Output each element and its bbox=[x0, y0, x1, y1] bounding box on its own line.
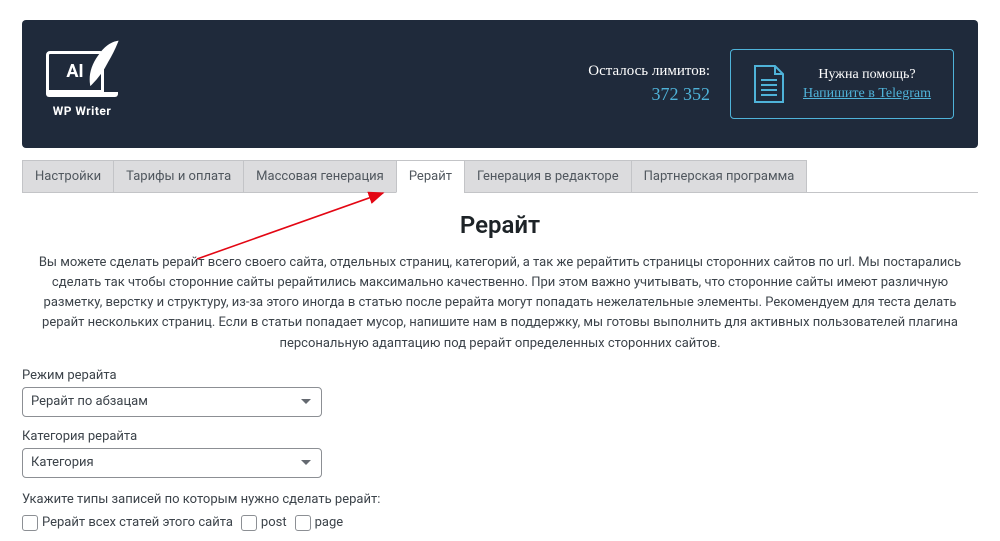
rewrite-category-select[interactable]: Категория bbox=[22, 448, 322, 478]
help-box: Нужна помощь? Напишите в Telegram bbox=[730, 49, 954, 119]
checkbox-0[interactable] bbox=[22, 515, 38, 531]
tab-5[interactable]: Партнерская программа bbox=[631, 160, 808, 193]
rewrite-category-value: Категория bbox=[31, 455, 94, 470]
post-types-checks: Рерайт всех статей этого сайта post page bbox=[22, 515, 978, 531]
checkbox-2[interactable] bbox=[295, 515, 311, 531]
laptop-icon: AI bbox=[46, 51, 104, 93]
help-telegram-link[interactable]: Напишите в Telegram bbox=[803, 86, 931, 102]
logo: AI WP Writer bbox=[46, 51, 118, 118]
post-types-label: Укажите типы записей по которым нужно сд… bbox=[22, 492, 978, 507]
rewrite-mode-field: Режим рерайта Рерайт по абзацам bbox=[22, 368, 978, 417]
limits-block: Осталось лимитов: 372 352 bbox=[588, 63, 710, 105]
rewrite-mode-label: Режим рерайта bbox=[22, 368, 978, 383]
rewrite-mode-select[interactable]: Рерайт по абзацам bbox=[22, 387, 322, 417]
plugin-header: AI WP Writer Осталось лимитов: 372 352 bbox=[22, 20, 978, 148]
page-title: Рерайт bbox=[22, 211, 978, 239]
check-item-2: page bbox=[295, 515, 344, 531]
logo-ai-text: AI bbox=[66, 61, 83, 82]
document-icon bbox=[753, 64, 785, 104]
check-item-1: post bbox=[241, 515, 287, 531]
tab-0[interactable]: Настройки bbox=[22, 160, 114, 193]
rewrite-mode-value: Рерайт по абзацам bbox=[31, 394, 148, 409]
check-label-1: post bbox=[261, 515, 287, 530]
tabs-nav: НастройкиТарифы и оплатаМассовая генерац… bbox=[22, 160, 978, 193]
annotation-arrow-icon bbox=[195, 189, 390, 261]
limits-value: 372 352 bbox=[588, 84, 710, 105]
tab-3[interactable]: Рерайт bbox=[396, 160, 465, 193]
check-label-0: Рерайт всех статей этого сайта bbox=[42, 515, 233, 530]
check-item-0: Рерайт всех статей этого сайта bbox=[22, 515, 233, 531]
page-description: Вы можете сделать рерайт всего своего са… bbox=[22, 253, 978, 354]
checkbox-1[interactable] bbox=[241, 515, 257, 531]
rewrite-category-label: Категория рерайта bbox=[22, 429, 978, 444]
help-title: Нужна помощь? bbox=[803, 67, 931, 83]
limits-label: Осталось лимитов: bbox=[588, 63, 710, 80]
logo-name: WP Writer bbox=[53, 104, 112, 118]
feather-icon bbox=[87, 40, 119, 86]
rewrite-category-field: Категория рерайта Категория bbox=[22, 429, 978, 478]
tab-4[interactable]: Генерация в редакторе bbox=[464, 160, 632, 193]
check-label-2: page bbox=[315, 515, 344, 530]
